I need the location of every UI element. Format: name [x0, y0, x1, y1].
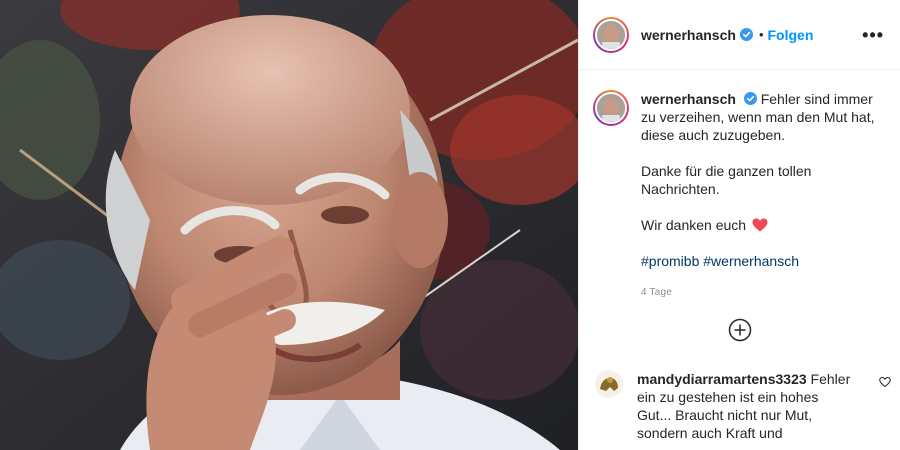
hashtag-link[interactable]: #wernerhansch [703, 253, 799, 269]
post-header: wernerhansch • Folgen ••• [579, 0, 900, 70]
commenter-avatar-icon [595, 370, 623, 398]
post-image[interactable] [0, 0, 578, 450]
post-caption: wernerhansch Fehler sind immer zu verzei… [579, 70, 900, 302]
comment-text: mandydiarramartens3323 Fehler ein zu ges… [637, 370, 852, 442]
post-photo-elderly-man [0, 0, 578, 450]
avatar-face-icon [597, 94, 625, 122]
caption-text-2: Danke für die ganzen tollen Nachrichten. [641, 163, 812, 197]
header-separator: • [758, 27, 764, 42]
follow-button[interactable]: Folgen [768, 27, 814, 43]
comment-username[interactable]: mandydiarramartens3323 [637, 371, 807, 387]
caption-paragraph-2: Danke für die ganzen tollen Nachrichten. [641, 162, 881, 198]
comment-item: mandydiarramartens3323 Fehler ein zu ges… [595, 370, 891, 442]
profile-avatar[interactable] [593, 16, 629, 53]
caption-hashtags: #promibb #wernerhansch [641, 252, 881, 270]
caption-body: wernerhansch Fehler sind immer zu verzei… [641, 90, 881, 302]
caption-avatar[interactable] [593, 90, 629, 126]
header-username[interactable]: wernerhansch [641, 27, 736, 43]
hashtag-link[interactable]: #promibb [641, 253, 699, 269]
post-side-panel: wernerhansch • Folgen ••• wernerhansch F… [578, 0, 900, 450]
caption-avatar-image [595, 92, 627, 124]
verified-badge-icon [739, 28, 753, 41]
verified-badge-icon [743, 92, 757, 105]
post-timestamp[interactable]: 4 Tage [641, 284, 881, 302]
caption-username[interactable]: wernerhansch [641, 91, 736, 107]
avatar-face-icon [597, 20, 625, 49]
load-more-comments [579, 318, 900, 342]
red-heart-emoji-icon [752, 218, 768, 232]
instagram-post: wernerhansch • Folgen ••• wernerhansch F… [0, 0, 900, 450]
caption-text-3: Wir danken euch [641, 217, 747, 233]
load-more-plus-icon[interactable] [728, 318, 752, 342]
avatar-image [595, 18, 627, 51]
caption-paragraph-1: wernerhansch Fehler sind immer zu verzei… [641, 90, 881, 144]
like-heart-icon[interactable] [879, 376, 891, 388]
caption-paragraph-3: Wir danken euch [641, 216, 881, 234]
more-options-icon[interactable]: ••• [862, 26, 884, 44]
commenter-avatar[interactable] [595, 370, 623, 398]
